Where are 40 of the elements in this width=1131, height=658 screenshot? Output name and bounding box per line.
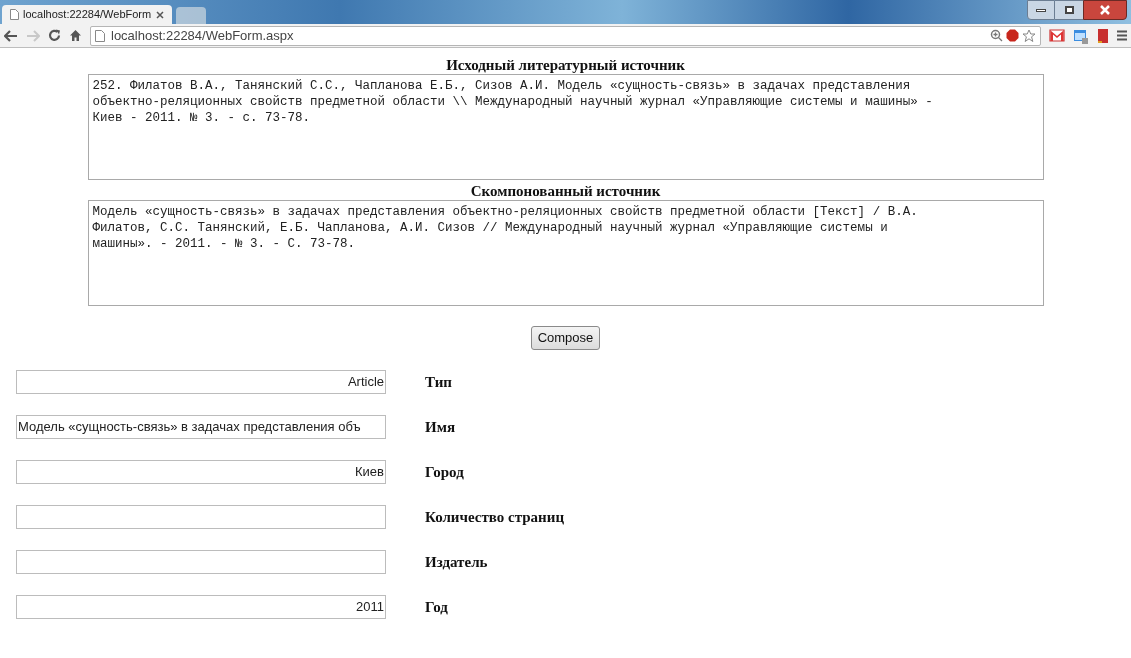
- star-icon[interactable]: [1022, 28, 1036, 43]
- url-text: localhost:22284/WebForm.aspx: [111, 29, 294, 42]
- address-bar[interactable]: localhost:22284/WebForm.aspx: [90, 25, 1041, 46]
- input-field[interactable]: Киев: [16, 460, 386, 484]
- input-field[interactable]: 2011: [16, 595, 386, 619]
- field-label: Количество страниц: [425, 507, 565, 527]
- home-icon[interactable]: [69, 29, 82, 42]
- book-icon[interactable]: [1097, 27, 1109, 44]
- field-label: Год: [425, 597, 448, 617]
- mail-icon[interactable]: [1049, 29, 1065, 42]
- reload-icon[interactable]: [48, 29, 61, 42]
- browser-tab[interactable]: localhost:22284/WebForm: [2, 5, 172, 24]
- input-field[interactable]: [16, 505, 386, 529]
- text-area[interactable]: 252. Филатов В.А., Танянский С.С., Чапланова Е.Б., Сизов А.И. Модель «сущность-связь» в задачах представления объектно-реляционных свойств предметной области \\ Международный научный журнал «Управляющие системы и машины» - Киев - 2011. № 3. - с. 73-78.: [87, 74, 1044, 180]
- compose-button[interactable]: Compose: [530, 326, 601, 350]
- text-area[interactable]: Модель «сущность-связь» в задачах представления объектно-реляционных свойств предметной области [Текст] / В.А. Филатов, С.С. Танянский, Е.Б. Чапланова, А.И. Сизов // Международный научный журнал «Управляющие системы и машины». - 2011. - № 3. - С. 73-78.: [87, 200, 1044, 306]
- close-button[interactable]: [1083, 0, 1127, 20]
- input-field[interactable]: Article: [16, 370, 386, 394]
- field-label: Город: [425, 462, 464, 482]
- field-label: Издатель: [425, 552, 488, 572]
- page-icon: [95, 29, 105, 42]
- section-heading: Скомпонованный источник: [470, 182, 661, 200]
- stop-sign-icon[interactable]: [1006, 29, 1019, 42]
- field-label: Имя: [425, 417, 455, 437]
- minimize-icon: [1036, 8, 1046, 12]
- section-heading: Исходный литературный источник: [446, 56, 685, 74]
- close-icon[interactable]: [156, 10, 164, 19]
- zoom-icon[interactable]: [990, 29, 1003, 42]
- menu-icon[interactable]: [1117, 30, 1127, 41]
- page-icon: [10, 9, 19, 20]
- calendar-icon[interactable]: [1073, 27, 1089, 44]
- close-icon: [1099, 5, 1111, 15]
- restore-button[interactable]: [1055, 0, 1083, 20]
- minimize-button[interactable]: [1027, 0, 1055, 20]
- field-label: Тип: [425, 372, 452, 392]
- back-icon[interactable]: [4, 29, 18, 42]
- input-field[interactable]: [16, 550, 386, 574]
- restore-icon: [1064, 6, 1074, 14]
- input-field[interactable]: Модель «сущность-связь» в задачах представления объ: [16, 415, 386, 439]
- tab-title: localhost:22284/WebForm: [23, 7, 152, 23]
